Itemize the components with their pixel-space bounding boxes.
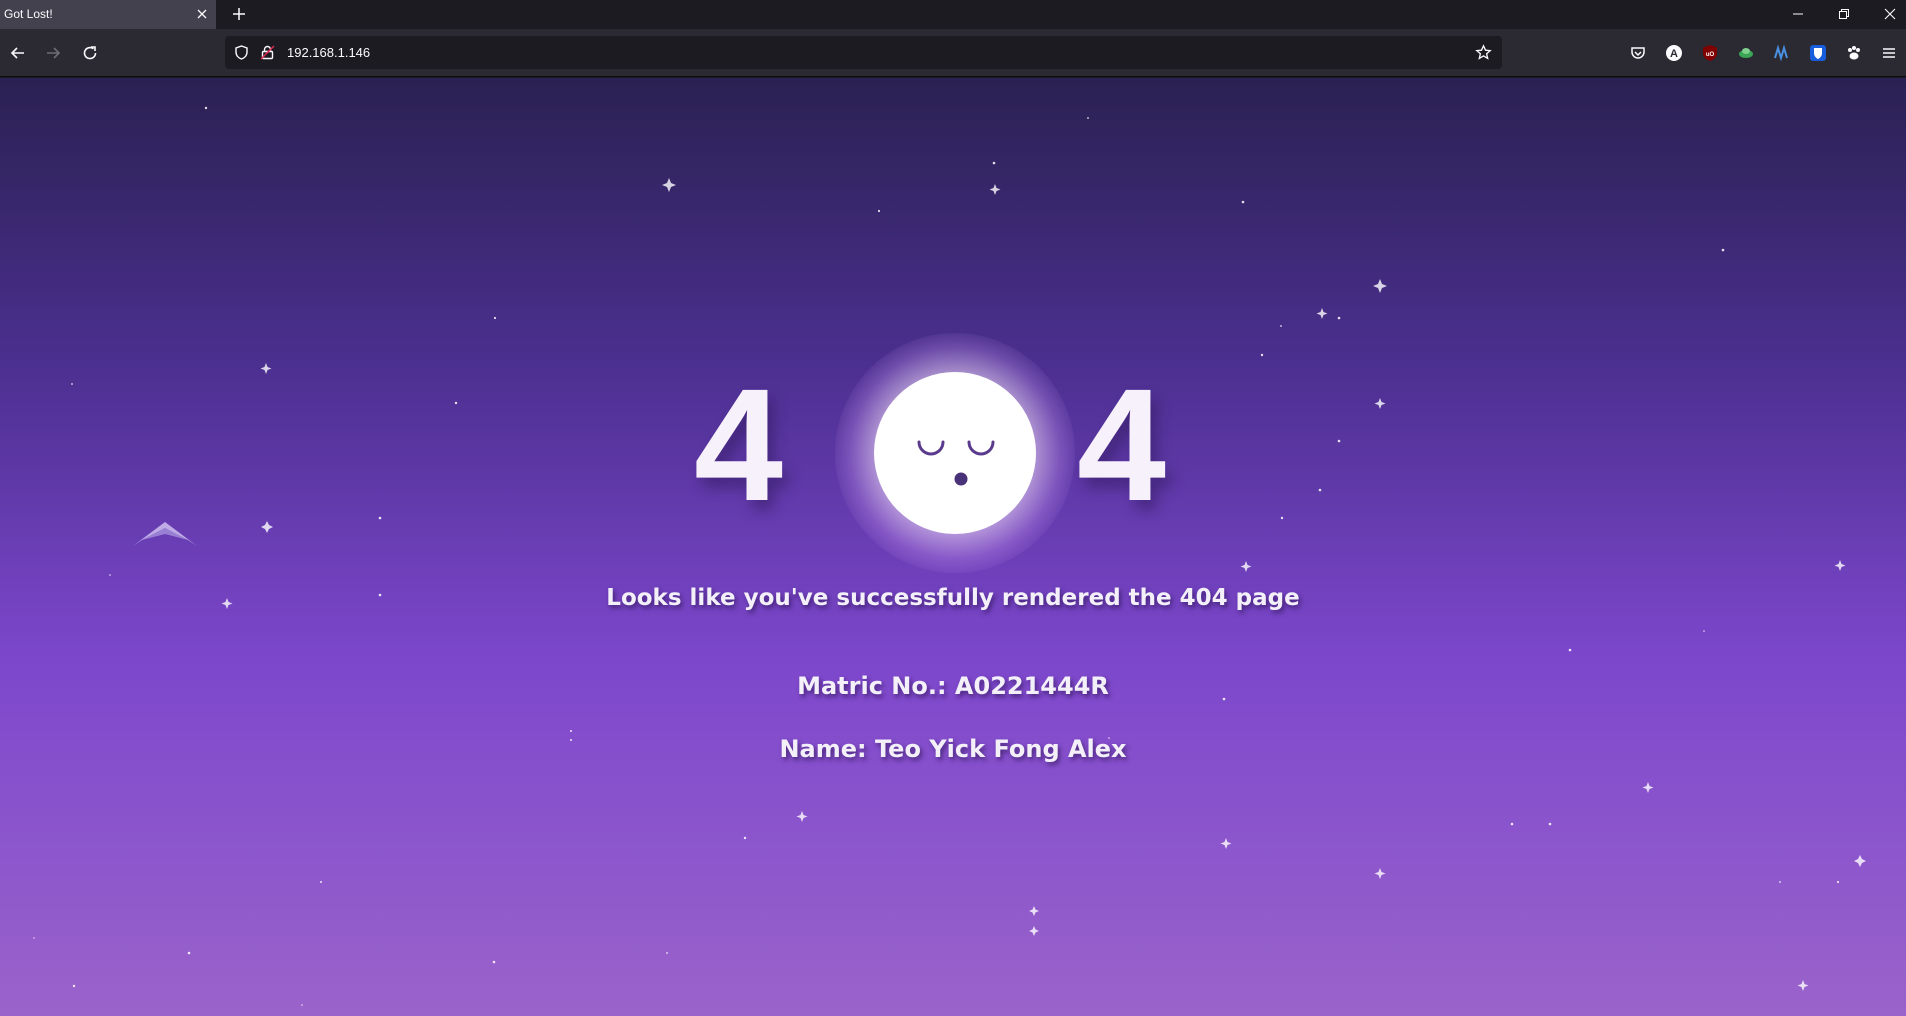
extension-wave-icon[interactable] (1773, 44, 1791, 62)
digit-right: 4 (1077, 355, 1166, 534)
paw-icon[interactable] (1845, 44, 1863, 62)
navigation-toolbar: 192.168.1.146 A uO (0, 29, 1906, 77)
bitwarden-icon[interactable] (1809, 44, 1827, 62)
url-text[interactable]: 192.168.1.146 (287, 45, 370, 60)
close-icon[interactable] (194, 6, 210, 22)
not-found-message: Looks like you've successfully rendered … (606, 585, 1300, 611)
svg-text:uO: uO (1706, 52, 1715, 58)
sleeping-face-icon (917, 440, 995, 486)
paper-plane-icon (133, 522, 197, 546)
pocket-icon[interactable] (1629, 44, 1647, 62)
hamburger-icon[interactable] (1880, 44, 1898, 62)
tab-title: Got Lost! (4, 7, 53, 21)
plus-icon[interactable] (230, 5, 248, 23)
reload-icon[interactable] (81, 44, 99, 62)
arrow-left-icon[interactable] (9, 44, 27, 62)
lock-icon[interactable] (259, 44, 276, 61)
extension-green-icon[interactable] (1737, 44, 1755, 62)
moon (874, 372, 1036, 534)
svg-text:A: A (1670, 48, 1678, 60)
tab-active[interactable]: Got Lost! (0, 0, 216, 29)
restore-icon[interactable] (1836, 6, 1852, 22)
shield-icon[interactable] (233, 44, 250, 61)
ublock-origin-icon[interactable]: uO (1701, 44, 1719, 62)
student-name: Name: Teo Yick Fong Alex (779, 735, 1127, 763)
extension-a-icon[interactable]: A (1665, 44, 1683, 62)
tab-strip: Got Lost! (0, 0, 1906, 29)
star-icon[interactable] (1475, 44, 1492, 61)
page-404: 4 4 Looks like you've successfully rende… (0, 78, 1906, 1016)
minimize-icon[interactable] (1790, 6, 1806, 22)
arrow-right-icon[interactable] (44, 44, 62, 62)
matric-number: Matric No.: A0221444R (797, 672, 1109, 700)
close-window-icon[interactable] (1882, 6, 1898, 22)
url-bar[interactable]: 192.168.1.146 (225, 36, 1502, 69)
digit-left: 4 (694, 355, 783, 534)
